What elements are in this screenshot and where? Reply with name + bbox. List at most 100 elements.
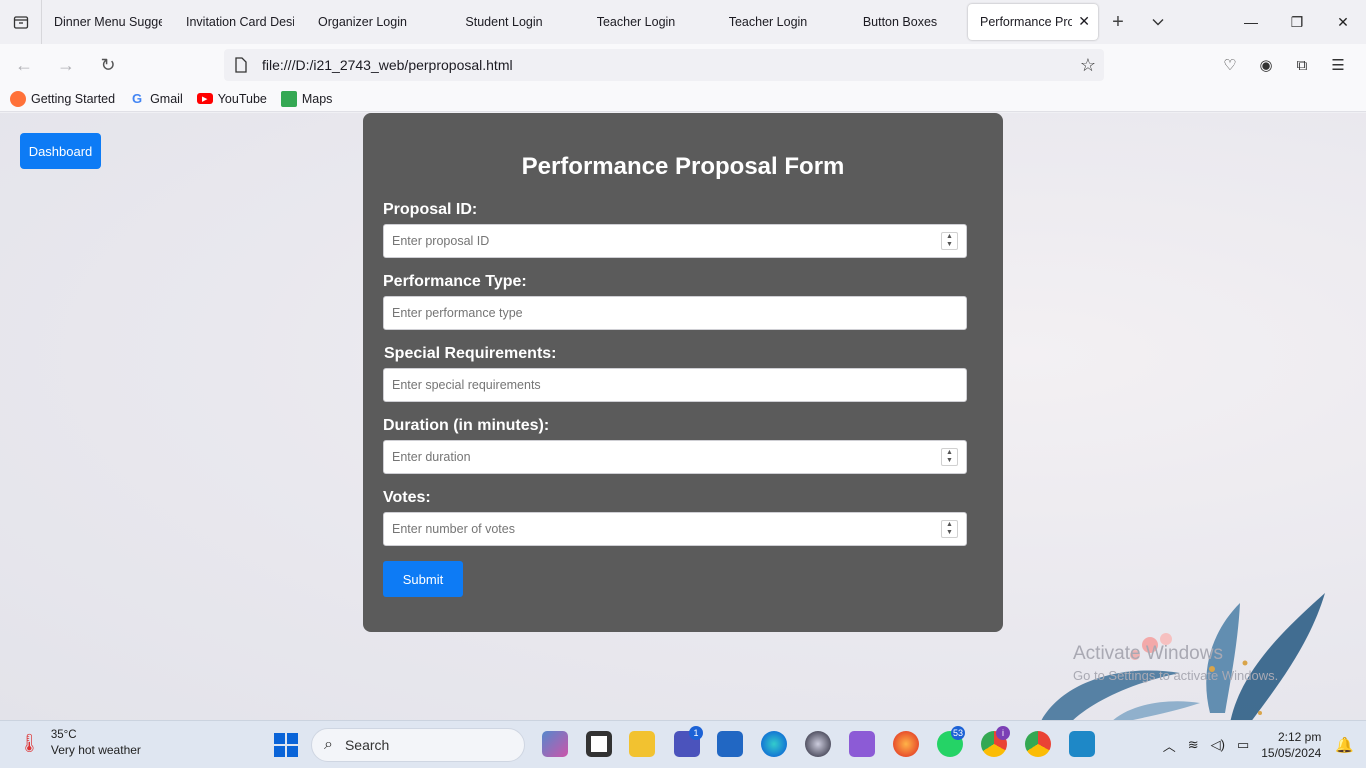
duration-label: Duration (in minutes):: [383, 417, 550, 434]
extensions-icon: ⧉: [1296, 56, 1308, 74]
tab-label: Teacher Login: [596, 15, 676, 29]
bookmark-gmail[interactable]: G Gmail: [129, 91, 183, 107]
tab-button-boxes[interactable]: Button Boxes: [834, 4, 966, 40]
dashboard-button[interactable]: Dashboard: [20, 133, 101, 169]
proposal-form: Performance Proposal Form Proposal ID: E…: [363, 113, 1003, 632]
windows-logo-pane: [274, 746, 285, 757]
clock[interactable]: 2:12 pm 15/05/2024: [1261, 729, 1321, 761]
plus-icon: +: [1112, 10, 1124, 33]
file-explorer-icon[interactable]: [629, 731, 655, 757]
bookmark-youtube[interactable]: ▶ YouTube: [196, 91, 267, 106]
tab-list-icon: [13, 16, 28, 29]
tab-list-button[interactable]: [0, 0, 42, 44]
time: 2:12 pm: [1277, 730, 1322, 744]
store-icon[interactable]: [717, 731, 743, 757]
date: 15/05/2024: [1261, 746, 1322, 760]
chrome-icon[interactable]: [1025, 731, 1051, 757]
bookmark-getting-started[interactable]: Getting Started: [10, 90, 115, 107]
tab-invitation-card[interactable]: Invitation Card Desig: [174, 4, 306, 40]
reload-button[interactable]: ↻: [90, 49, 126, 81]
bookmark-label: YouTube: [217, 91, 267, 106]
menu-button[interactable]: ☰: [1320, 52, 1356, 78]
tab-menu-button[interactable]: [1138, 4, 1178, 40]
maps-icon: [280, 90, 297, 107]
chrome-badge: i: [996, 726, 1010, 740]
special-requirements-input[interactable]: Enter special requirements: [383, 368, 967, 402]
search-icon: ⌕: [324, 736, 333, 753]
close-window-button[interactable]: ✕: [1320, 0, 1366, 44]
tab-label: Invitation Card Desig: [186, 15, 294, 29]
tab-teacher-login-1[interactable]: Teacher Login: [570, 4, 702, 40]
visual-studio-icon[interactable]: [849, 731, 875, 757]
tab-dinner-menu[interactable]: Dinner Menu Sugges: [42, 4, 174, 40]
tab-label: Performance Prop: [980, 15, 1072, 29]
file-icon: [235, 57, 247, 73]
battery-icon[interactable]: ▭: [1237, 737, 1249, 753]
notification-bell-icon[interactable]: 🔔: [1335, 736, 1354, 754]
placeholder: Enter duration: [392, 450, 471, 464]
extensions-button[interactable]: ⧉: [1284, 52, 1320, 78]
account-icon: ◉: [1259, 57, 1273, 74]
back-button[interactable]: ←: [6, 49, 42, 81]
number-spinner[interactable]: ▲ ▼: [941, 232, 958, 250]
watermark-subtitle: Go to Settings to activate Windows.: [1073, 668, 1279, 683]
tab-label: Dinner Menu Sugges: [54, 15, 162, 29]
placeholder: Enter number of votes: [392, 522, 515, 536]
watermark-title: Activate Windows: [1073, 643, 1223, 664]
hamburger-menu-icon: ☰: [1331, 57, 1345, 74]
close-icon[interactable]: ✕: [1078, 13, 1090, 30]
account-button[interactable]: ◉: [1248, 52, 1284, 78]
votes-input[interactable]: Enter number of votes ▲ ▼: [383, 512, 967, 546]
weather-widget[interactable]: 🌡 35°C Very hot weather: [18, 729, 141, 757]
form-title: Performance Proposal Form: [521, 153, 845, 180]
bookmark-label: Gmail: [150, 91, 183, 106]
url-bar[interactable]: file:///D:/i21_2743_web/perproposal.html…: [224, 49, 1104, 81]
duration-input[interactable]: Enter duration ▲ ▼: [383, 440, 967, 474]
tab-teacher-login-2[interactable]: Teacher Login: [702, 4, 834, 40]
chevron-down-icon: [1152, 19, 1164, 26]
number-spinner[interactable]: ▲ ▼: [941, 520, 958, 538]
bookmark-label: Maps: [301, 91, 333, 106]
windows-logo-pane: [287, 733, 298, 744]
performance-type-input[interactable]: Enter performance type: [383, 296, 967, 330]
submit-button[interactable]: Submit: [383, 561, 463, 597]
task-view-icon[interactable]: [586, 731, 612, 757]
pocket-button[interactable]: ♡: [1212, 52, 1248, 78]
tab-student-login[interactable]: Student Login: [438, 4, 570, 40]
proposal-id-input[interactable]: Enter proposal ID ▲ ▼: [383, 224, 967, 258]
wifi-icon[interactable]: ≋: [1188, 737, 1199, 753]
votes-label: Votes:: [383, 489, 431, 506]
pocket-icon: ♡: [1223, 57, 1237, 74]
tab-label: Student Login: [465, 15, 543, 29]
tab-performance-proposal[interactable]: Performance Prop ✕: [968, 4, 1098, 40]
firefox-icon[interactable]: [893, 731, 919, 757]
minimize-button[interactable]: —: [1228, 0, 1274, 44]
proposal-id-label: Proposal ID:: [383, 201, 478, 218]
chevron-up-icon[interactable]: ︿: [1163, 736, 1176, 755]
placeholder: Enter performance type: [392, 306, 523, 320]
volume-icon[interactable]: ◁): [1211, 737, 1225, 753]
number-spinner[interactable]: ▲ ▼: [941, 448, 958, 466]
restore-button[interactable]: ❐: [1274, 0, 1320, 44]
page-content: Dashboard Performance Proposal Form Prop…: [0, 113, 1366, 720]
copilot-icon[interactable]: [542, 731, 568, 757]
placeholder: Enter proposal ID: [392, 234, 490, 248]
google-icon: G: [132, 91, 143, 106]
youtube-icon: ▶: [196, 93, 213, 104]
start-button[interactable]: [274, 733, 298, 757]
forward-button[interactable]: →: [48, 49, 84, 81]
bookmark-star-icon[interactable]: ☆: [1080, 55, 1096, 76]
notepad-icon[interactable]: [1069, 731, 1095, 757]
tab-organizer-login[interactable]: Organizer Login: [306, 4, 438, 40]
performance-type-label: Performance Type:: [383, 273, 527, 290]
app-icon[interactable]: [805, 731, 831, 757]
windows-logo-pane: [287, 746, 298, 757]
bookmark-maps[interactable]: Maps: [280, 90, 333, 107]
thermometer-icon: 🌡: [18, 733, 41, 753]
edge-icon[interactable]: [761, 731, 787, 757]
search-label: Search: [344, 737, 390, 753]
toolbar-right: ♡ ◉ ⧉ ☰: [1212, 52, 1356, 78]
new-tab-button[interactable]: +: [1098, 4, 1138, 40]
system-tray: ︿ ≋ ◁) ▭ 2:12 pm 15/05/2024 🔔: [1163, 721, 1366, 768]
taskbar-search[interactable]: ⌕ Search: [311, 728, 525, 762]
